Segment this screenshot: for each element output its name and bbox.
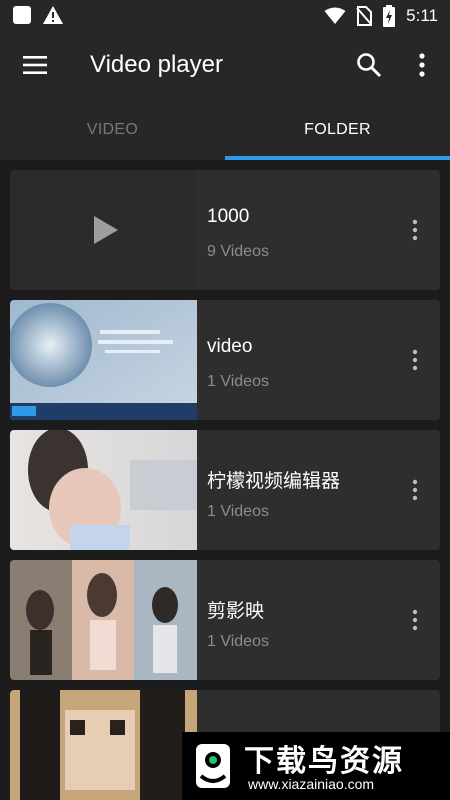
folder-list: 1000 9 Videos video 1 Videos 柠檬视频编辑器 1 V…: [0, 160, 450, 800]
folder-thumbnail: [10, 430, 197, 550]
battery-charging-icon: [383, 5, 396, 27]
folder-thumbnail: [10, 300, 197, 420]
folder-thumbnail: [10, 170, 197, 290]
more-vert-icon[interactable]: [403, 478, 427, 502]
status-bar: 5:11: [0, 0, 450, 30]
status-right: 5:11: [324, 5, 438, 27]
play-icon: [94, 216, 118, 244]
folder-name: 1000: [207, 206, 250, 227]
wifi-icon: [324, 7, 346, 24]
video-frame: [10, 430, 197, 550]
more-vert-icon[interactable]: [403, 348, 427, 372]
folder-card[interactable]: video 1 Videos: [10, 300, 440, 420]
bird-logo-icon: [196, 744, 230, 788]
app-bar: Video player: [0, 30, 450, 100]
tab-folder[interactable]: FOLDER: [225, 100, 450, 160]
more-vert-icon[interactable]: [410, 52, 434, 78]
folder-name: 剪影映: [207, 601, 265, 622]
watermark: 下载鸟资源 www.xiazainiao.com: [182, 732, 450, 800]
menu-icon[interactable]: [22, 54, 48, 76]
folder-name: 柠檬视频编辑器: [207, 471, 341, 492]
page-title: Video player: [90, 51, 223, 78]
folder-video-count: 1 Videos: [207, 633, 269, 650]
folder-card[interactable]: 柠檬视频编辑器 1 Videos: [10, 430, 440, 550]
no-sim-icon: [356, 6, 373, 26]
tab-bar: VIDEO FOLDER: [0, 100, 450, 160]
status-time: 5:11: [406, 6, 438, 25]
video-frame: [10, 690, 197, 800]
watermark-title: 下载鸟资源: [244, 745, 404, 778]
app-square-icon: [13, 6, 31, 24]
folder-video-count: 1 Videos: [207, 503, 269, 520]
folder-card[interactable]: 1000 9 Videos: [10, 170, 440, 290]
warning-icon: [43, 6, 63, 24]
video-frame: [10, 300, 197, 420]
folder-card[interactable]: 剪影映 1 Videos: [10, 560, 440, 680]
more-vert-icon[interactable]: [403, 218, 427, 242]
folder-thumbnail: [10, 690, 197, 800]
search-icon[interactable]: [356, 52, 382, 78]
video-frame: [10, 560, 197, 680]
folder-video-count: 9 Videos: [207, 243, 269, 260]
status-left: [12, 5, 64, 25]
folder-video-count: 1 Videos: [207, 373, 269, 390]
folder-name: video: [207, 336, 253, 357]
watermark-url: www.xiazainiao.com: [248, 776, 375, 792]
more-vert-icon[interactable]: [403, 608, 427, 632]
tab-video[interactable]: VIDEO: [0, 100, 225, 160]
folder-thumbnail: [10, 560, 197, 680]
